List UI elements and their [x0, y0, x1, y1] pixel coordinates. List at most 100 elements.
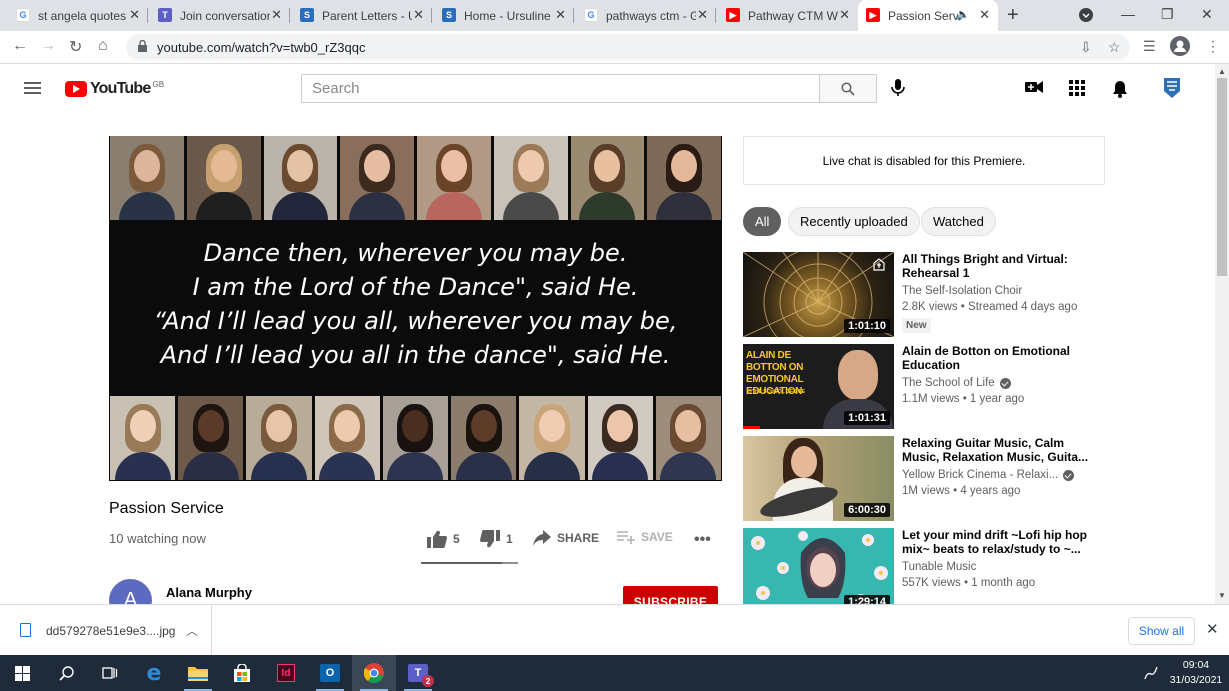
browser-tab[interactable]: ▶ Pathway CTM Wo ✕ — [718, 0, 858, 31]
address-bar[interactable]: youtube.com/watch?v=twb0_rZ3qqc ⇩ ☆ — [126, 34, 1130, 60]
video-player[interactable]: Dance then, wherever you may be. I am th… — [109, 136, 722, 481]
browser-tab[interactable]: T Join conversation ✕ — [150, 0, 290, 31]
recommended-video[interactable]: ALAIN DE BOTTON ON EMOTIONAL EDUCATION @… — [743, 344, 1105, 430]
restore-icon[interactable]: ❐ — [1161, 6, 1174, 23]
pen-ink-icon[interactable] — [1144, 666, 1158, 680]
rec-title[interactable]: Alain de Botton on Emotional Education — [902, 344, 1092, 372]
close-icon[interactable]: ✕ — [839, 7, 850, 23]
system-clock[interactable]: 09:04 31/03/2021 — [1166, 658, 1226, 688]
rec-title[interactable]: All Things Bright and Virtual: Rehearsal… — [902, 252, 1092, 280]
recommended-video[interactable]: 1:29:14 Let your mind drift ~Lofi hip ho… — [743, 528, 1105, 614]
start-button[interactable] — [0, 655, 44, 691]
chip-all[interactable]: All — [743, 207, 782, 236]
more-actions-icon[interactable]: ••• — [694, 531, 711, 549]
chip-recently-uploaded[interactable]: Recently uploaded — [788, 207, 920, 236]
rec-channel[interactable]: The School of Life — [902, 377, 1011, 389]
back-icon[interactable]: ← — [12, 37, 28, 55]
singer-tile — [263, 136, 338, 220]
window-close-icon[interactable]: ✕ — [1201, 6, 1213, 23]
search-button[interactable] — [819, 74, 877, 103]
chrome-menu-icon[interactable]: ⋮ — [1206, 38, 1220, 55]
lock-icon[interactable] — [138, 40, 147, 52]
singer-tile — [570, 136, 645, 220]
menu-icon[interactable] — [24, 82, 41, 94]
browser-tab[interactable]: S Parent Letters - U ✕ — [292, 0, 432, 31]
video-thumbnail[interactable]: 1:01:10 — [743, 252, 894, 337]
video-thumbnail[interactable]: ALAIN DE BOTTON ON EMOTIONAL EDUCATION @… — [743, 344, 894, 429]
rec-channel[interactable]: Yellow Brick Cinema - Relaxi... — [902, 469, 1075, 481]
recommended-video[interactable]: 1:01:10 All Things Bright and Virtual: R… — [743, 252, 1105, 338]
close-icon[interactable]: ✕ — [979, 7, 990, 23]
bookmark-star-icon[interactable]: ☆ — [1108, 39, 1121, 56]
apps-grid-icon[interactable] — [1069, 80, 1085, 96]
taskbar-edge[interactable]: e — [132, 655, 176, 691]
close-shelf-icon[interactable]: ✕ — [1206, 620, 1219, 638]
chrome-icon — [364, 663, 384, 683]
reload-icon[interactable]: ↻ — [69, 37, 82, 57]
page-scrollbar[interactable]: ▲ ▼ — [1215, 64, 1229, 604]
watched-progress-bar — [743, 426, 760, 429]
taskbar-file-explorer[interactable] — [176, 655, 220, 691]
like-ratio-bar — [421, 562, 518, 564]
video-thumbnail[interactable]: 1:29:14 — [743, 528, 894, 613]
browser-tab[interactable]: G st angela quotes ✕ — [8, 0, 148, 31]
task-view-button[interactable] — [88, 655, 132, 691]
close-icon[interactable]: ✕ — [555, 7, 566, 23]
close-icon[interactable]: ✕ — [129, 7, 140, 23]
chip-watched[interactable]: Watched — [921, 207, 996, 236]
scroll-down-icon[interactable]: ▼ — [1218, 591, 1226, 600]
rec-title[interactable]: Let your mind drift ~Lofi hip hop mix~ b… — [902, 528, 1092, 556]
save-button[interactable]: SAVE — [617, 530, 673, 544]
tab-search-icon[interactable] — [1079, 8, 1093, 25]
dislike-button[interactable]: 1 — [480, 530, 513, 548]
youtube-logo[interactable]: YouTube GB — [65, 80, 164, 98]
like-button[interactable]: 5 — [427, 530, 460, 548]
clock-date: 31/03/2021 — [1169, 674, 1223, 686]
tab-separator — [147, 8, 148, 23]
profile-icon[interactable] — [1170, 36, 1190, 59]
taskbar-search[interactable] — [44, 655, 88, 691]
rec-channel[interactable]: The Self-Isolation Choir — [902, 285, 1022, 297]
singer-tile — [110, 136, 184, 220]
recommended-video[interactable]: 6:00:30 Relaxing Guitar Music, Calm Musi… — [743, 436, 1105, 522]
close-icon[interactable]: ✕ — [271, 7, 282, 23]
reading-list-icon[interactable]: ☰ — [1143, 38, 1156, 55]
browser-tab-active[interactable]: ▶ Passion Servi 🔈 ✕ — [858, 0, 998, 31]
download-filename: dd579278e51e9e3....jpg — [46, 624, 176, 638]
new-tab-icon[interactable]: + — [1007, 4, 1019, 27]
scroll-up-icon[interactable]: ▲ — [1218, 67, 1226, 76]
scrollbar-thumb[interactable] — [1217, 78, 1227, 276]
home-icon[interactable]: ⌂ — [98, 37, 108, 55]
taskbar-store[interactable] — [220, 655, 264, 691]
taskbar-outlook[interactable]: O — [308, 655, 352, 691]
install-icon[interactable]: ⇩ — [1080, 39, 1092, 56]
singer-tile — [110, 396, 176, 480]
download-item[interactable]: dd579278e51e9e3....jpg ︿ — [0, 605, 212, 656]
tab-label: st angela quotes — [38, 9, 127, 23]
speaker-icon[interactable]: 🔈 — [956, 8, 970, 21]
indesign-icon: Id — [277, 664, 295, 682]
file-image-icon — [20, 623, 31, 637]
rec-title[interactable]: Relaxing Guitar Music, Calm Music, Relax… — [902, 436, 1092, 464]
share-button[interactable]: SHARE — [533, 530, 599, 546]
taskbar-chrome[interactable] — [352, 655, 396, 691]
microphone-icon[interactable] — [890, 79, 906, 97]
create-video-icon[interactable] — [1025, 80, 1043, 94]
notifications-bell-icon[interactable] — [1112, 80, 1128, 98]
video-thumbnail[interactable]: 6:00:30 — [743, 436, 894, 521]
browser-tab[interactable]: S Home - Ursuline ✕ — [434, 0, 574, 31]
forward-icon[interactable]: → — [40, 37, 56, 55]
account-avatar-icon[interactable] — [1164, 78, 1180, 98]
show-all-button[interactable]: Show all — [1128, 617, 1195, 645]
close-icon[interactable]: ✕ — [413, 7, 424, 23]
search-input[interactable] — [302, 75, 820, 102]
browser-tab[interactable]: G pathways ctm - G ✕ — [576, 0, 716, 31]
channel-name[interactable]: Alana Murphy — [166, 585, 252, 600]
share-label: SHARE — [557, 531, 600, 545]
taskbar-indesign[interactable]: Id — [264, 655, 308, 691]
taskbar-teams[interactable]: T 2 — [396, 655, 440, 691]
minimize-icon[interactable]: — — [1121, 6, 1135, 22]
close-icon[interactable]: ✕ — [697, 7, 708, 23]
rec-channel[interactable]: Tunable Music — [902, 561, 976, 573]
chevron-up-icon[interactable]: ︿ — [186, 622, 198, 639]
